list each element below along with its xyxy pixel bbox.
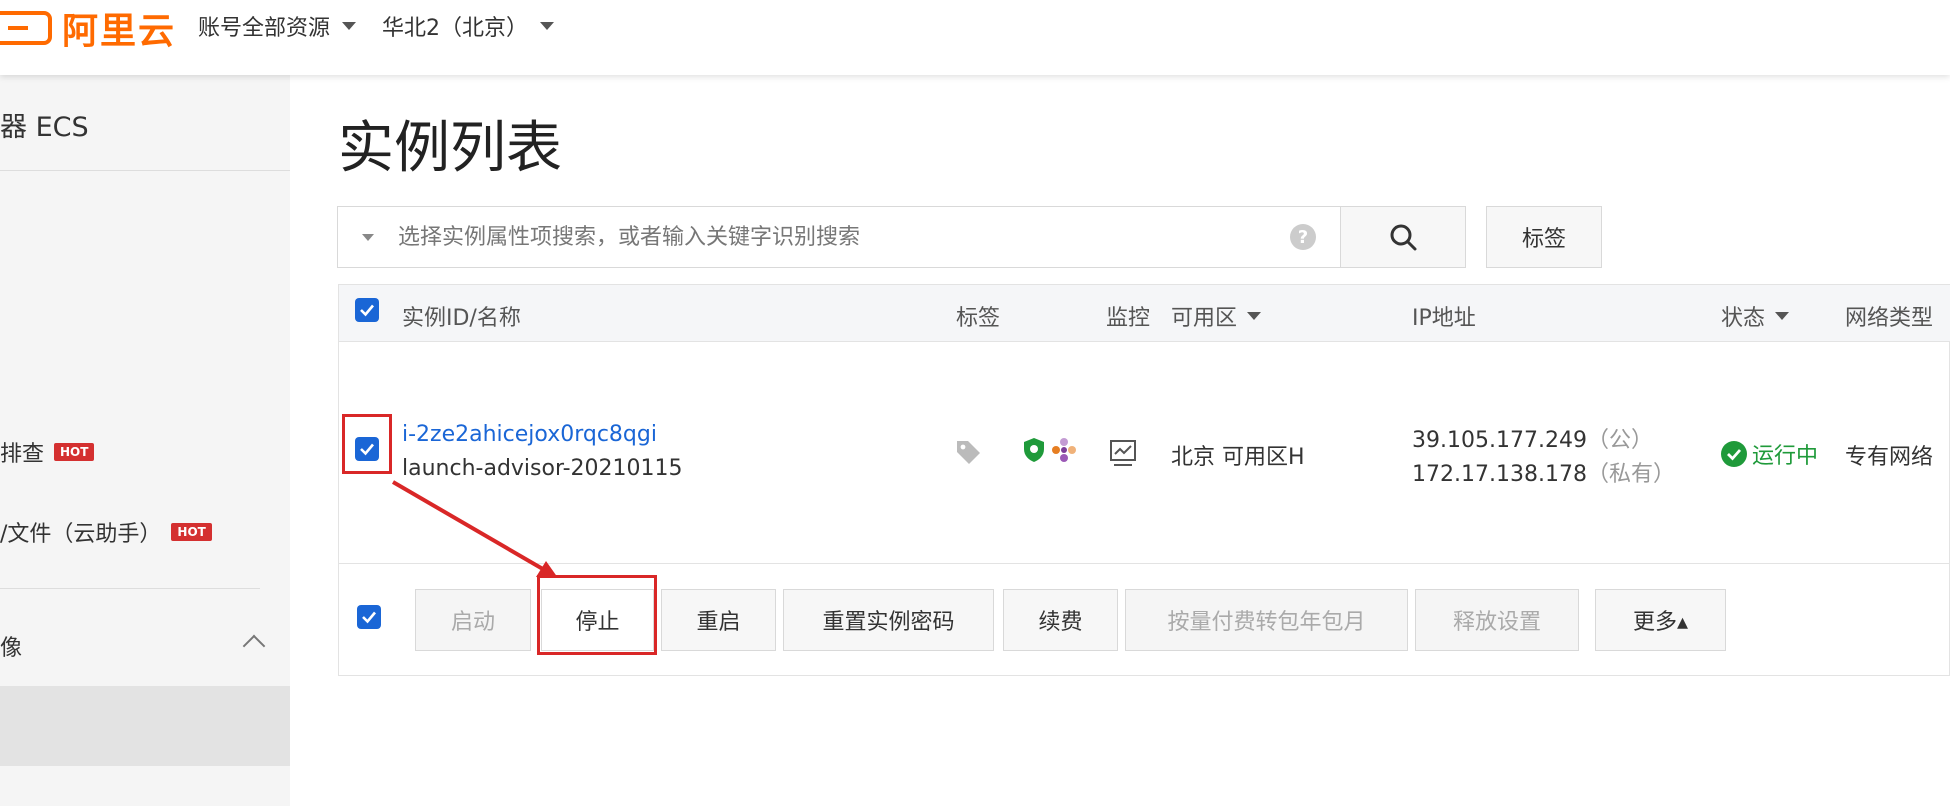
tag-icon[interactable] — [954, 438, 982, 466]
caret-down-icon — [342, 22, 357, 30]
sidebar-item-cloud-assistant[interactable]: /文件（云助手） HOT — [0, 516, 212, 548]
column-header-id: 实例ID/名称 — [402, 306, 521, 331]
release-settings-button[interactable]: 释放设置 — [1415, 589, 1579, 651]
instance-id-link[interactable]: i-2ze2ahicejox0rqc8qgi — [402, 422, 657, 447]
security-shield-icon[interactable] — [1022, 436, 1046, 464]
public-ip: 39.105.177.249（公） — [1412, 428, 1653, 453]
column-header-zone[interactable]: 可用区 — [1171, 300, 1262, 332]
aliyun-logo[interactable]: 阿里云 — [0, 6, 176, 52]
sidebar-item-active[interactable] — [0, 686, 290, 766]
row-checkbox[interactable] — [355, 437, 379, 461]
convert-billing-button[interactable]: 按量付费转包年包月 — [1125, 589, 1408, 651]
sidebar-divider — [0, 170, 290, 171]
search-bar[interactable]: ? — [337, 206, 1341, 268]
restart-button[interactable]: 重启 — [661, 589, 776, 651]
check-icon — [360, 304, 374, 317]
stop-button-highlight — [537, 575, 657, 655]
instance-name: launch-advisor-20210115 — [402, 456, 683, 481]
hot-badge: HOT — [171, 523, 212, 541]
check-icon — [362, 611, 376, 624]
reset-password-button[interactable]: 重置实例密码 — [783, 589, 994, 651]
column-header-ip: IP地址 — [1412, 306, 1476, 331]
sidebar-title: 器 ECS — [0, 112, 89, 143]
account-scope-select[interactable]: 账号全部资源 — [198, 10, 357, 42]
page-title: 实例列表 — [338, 116, 562, 181]
help-icon[interactable]: ? — [1290, 224, 1316, 250]
sidebar-divider — [0, 588, 260, 589]
caret-down-icon — [1247, 312, 1262, 320]
search-button[interactable] — [1340, 206, 1466, 268]
private-ip: 172.17.138.178（私有） — [1412, 462, 1675, 487]
more-actions-button[interactable]: 更多▴ — [1595, 589, 1726, 651]
batch-select-checkbox[interactable] — [357, 605, 381, 629]
column-header-status[interactable]: 状态 — [1721, 300, 1790, 332]
aliyun-logo-icon — [0, 11, 52, 45]
renew-button[interactable]: 续费 — [1003, 589, 1118, 651]
os-logo-icon — [1052, 438, 1076, 462]
check-circle-icon — [1721, 441, 1747, 467]
sidebar-item-troubleshoot[interactable]: 排查 HOT — [0, 436, 95, 468]
caret-down-icon[interactable] — [362, 233, 374, 241]
region-select[interactable]: 华北2（北京） — [382, 10, 554, 42]
tag-filter-button[interactable]: 标签 — [1486, 206, 1602, 268]
zone-value: 北京 可用区H — [1171, 445, 1305, 470]
sidebar-item-images[interactable]: 像 — [0, 630, 266, 662]
monitor-icon[interactable] — [1108, 438, 1138, 468]
row-divider — [339, 563, 1950, 564]
column-header-tags: 标签 — [956, 306, 1001, 331]
status-running: 运行中 — [1720, 438, 1818, 470]
caret-down-icon — [540, 22, 554, 30]
hot-badge: HOT — [54, 443, 95, 461]
search-icon — [1390, 224, 1417, 251]
chevron-up-icon — [242, 634, 266, 658]
caret-down-icon — [1775, 312, 1790, 320]
column-header-monitor: 监控 — [1106, 306, 1151, 331]
select-all-checkbox[interactable] — [355, 298, 379, 322]
search-input[interactable] — [396, 223, 1290, 251]
check-icon — [360, 443, 374, 456]
start-button[interactable]: 启动 — [415, 589, 531, 651]
column-header-network: 网络类型 — [1845, 306, 1934, 331]
network-type: 专有网络 — [1845, 445, 1934, 470]
